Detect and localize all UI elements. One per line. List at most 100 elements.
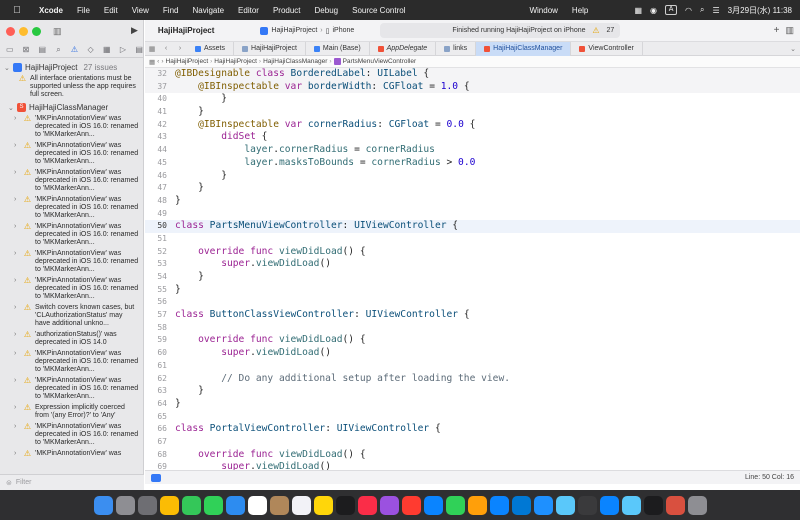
issue-item[interactable]: › ⚠ 'MKPinAnnotationView' was deprecated i…	[0, 168, 143, 195]
chevron-right-icon[interactable]: ›	[14, 115, 20, 123]
wifi-icon[interactable]: ◠	[685, 6, 692, 15]
dock-instruments-icon[interactable]	[555, 495, 575, 515]
menu-file[interactable]: File	[70, 6, 97, 15]
tab-links[interactable]: links	[436, 41, 477, 56]
dock-terminal-icon[interactable]	[643, 495, 663, 515]
issue-item[interactable]: › ⚠ 'MKPinAnnotationView' was deprecated i…	[0, 276, 143, 303]
chevron-right-icon[interactable]: ›	[14, 423, 20, 431]
tab-hajihajiclassmanager[interactable]: HajiHajiClassManager	[476, 41, 572, 56]
dock-tv-icon[interactable]	[335, 495, 355, 515]
dock-mail-icon[interactable]	[225, 495, 245, 515]
scheme-selector[interactable]: HajiHajiProject › ▯ iPhone	[260, 26, 354, 35]
dock-reminders-icon[interactable]	[291, 495, 311, 515]
control-center-icon[interactable]: ☰	[713, 6, 720, 15]
dock-dictionary-icon[interactable]	[665, 495, 685, 515]
dock-vs-code-icon[interactable]	[511, 495, 531, 515]
issue-item[interactable]: › ⚠ 'MKPinAnnotationView' was deprecated i…	[0, 422, 143, 449]
issue-item[interactable]: › ⚠ 'MKPinAnnotationView' was deprecated i…	[0, 222, 143, 249]
find-icon[interactable]: ⌕	[55, 45, 62, 55]
test-icon[interactable]: ◇	[87, 45, 94, 54]
back-icon[interactable]: ‹	[157, 58, 159, 65]
inspector-toggle-icon[interactable]: ▥	[785, 25, 794, 36]
jump-project[interactable]: HajiHajiProject	[166, 58, 209, 65]
jump-file[interactable]: HajiHajiClassManager	[263, 58, 327, 65]
chevron-right-icon[interactable]: ›	[14, 404, 20, 412]
issue-item[interactable]: › ⚠ 'MKPinAnnotationView' was	[0, 449, 143, 458]
back-icon[interactable]: ‹	[159, 45, 173, 52]
issue-item[interactable]: ⚠ All interface orientations must be sup…	[0, 74, 143, 101]
issue-item[interactable]: › ⚠ 'MKPinAnnotationView' was deprecated i…	[0, 141, 143, 168]
chevron-right-icon[interactable]: ›	[14, 450, 20, 458]
dock-preview-icon[interactable]	[621, 495, 641, 515]
tab-hajihajiproject[interactable]: HajiHajiProject	[234, 41, 306, 56]
related-items-icon[interactable]: ▦	[149, 58, 155, 66]
tab-appdelegate[interactable]: AppDelegate	[370, 41, 437, 56]
forward-icon[interactable]: ›	[173, 45, 187, 52]
forward-icon[interactable]: ›	[161, 58, 163, 65]
close-window-button[interactable]	[6, 26, 15, 36]
dock-chrome-icon[interactable]	[159, 495, 179, 515]
file-issue-header[interactable]: ⌄ S HajiHajiClassManager	[0, 101, 143, 114]
menu-product[interactable]: Product	[266, 6, 308, 15]
sidebar-toggle-icon[interactable]: ▥	[53, 26, 62, 37]
chevron-right-icon[interactable]: ›	[14, 350, 20, 358]
debug-area-toggle-icon[interactable]	[151, 473, 161, 482]
chevron-down-icon[interactable]: ⌄	[8, 104, 14, 112]
dock-calendar-icon[interactable]	[247, 495, 267, 515]
menu-help[interactable]: Help	[565, 6, 595, 15]
dock-music-icon[interactable]	[357, 495, 377, 515]
add-icon[interactable]: +	[774, 25, 780, 36]
chevron-right-icon[interactable]: ›	[14, 169, 20, 177]
menu-navigate[interactable]: Navigate	[185, 6, 231, 15]
issue-icon[interactable]: ⚠	[71, 45, 78, 54]
menu-window[interactable]: Window	[522, 6, 564, 15]
dock-app-store-icon[interactable]	[489, 495, 509, 515]
issue-item[interactable]: › ⚠'authorizationStatus()' was deprecated…	[0, 330, 143, 349]
issue-item[interactable]: › ⚠ 'MKPinAnnotationView' was deprecated i…	[0, 349, 143, 376]
menu-edit[interactable]: Edit	[97, 6, 125, 15]
issue-item[interactable]: › ⚠ Expression implicitly coerced from '(a…	[0, 403, 143, 422]
code-editor[interactable]: 32 @IBDesignable class BorderedLabel: UIL…	[145, 68, 800, 490]
chevron-right-icon[interactable]: ›	[14, 304, 20, 312]
clock[interactable]: 3月29日(水) 11:38	[728, 5, 792, 16]
run-icon[interactable]: ▶	[131, 25, 138, 36]
layout-icon[interactable]: ▦	[145, 45, 159, 53]
issue-item[interactable]: › ⚠ 'MKPinAnnotationView' was deprecated i…	[0, 249, 143, 276]
source-control-icon[interactable]: ⊠	[23, 45, 30, 54]
menu-source-control[interactable]: Source Control	[345, 6, 412, 15]
dock-finder-icon[interactable]	[93, 495, 113, 515]
menu-app-xcode[interactable]: Xcode	[32, 6, 70, 15]
dock-keynote-icon[interactable]	[423, 495, 443, 515]
chevron-right-icon[interactable]: ›	[14, 250, 20, 258]
dock-podcasts-icon[interactable]	[379, 495, 399, 515]
chevron-right-icon[interactable]: ›	[14, 331, 20, 339]
activity-status[interactable]: Finished running HajiHajiProject on iPho…	[380, 23, 621, 38]
symbol-icon[interactable]: ▤	[38, 45, 46, 54]
issue-item[interactable]: › ⚠ Switch covers known cases, but 'CLAuth…	[0, 303, 143, 330]
dock-trash-icon[interactable]	[687, 495, 707, 515]
tab-main-base[interactable]: Main (Base)	[306, 41, 370, 56]
chevron-right-icon[interactable]: ›	[14, 223, 20, 231]
chevron-right-icon[interactable]: ›	[14, 277, 20, 285]
tab-viewcontroller[interactable]: ViewController	[571, 41, 643, 56]
dock-numbers-icon[interactable]	[445, 495, 465, 515]
chevron-down-icon[interactable]: ⌄	[4, 64, 10, 72]
project-issue-header[interactable]: ⌄ HajiHajiProject 27 issues	[0, 61, 143, 74]
menu-find[interactable]: Find	[156, 6, 186, 15]
dock-maps-icon[interactable]	[181, 495, 201, 515]
dock-xcode-icon[interactable]	[533, 495, 553, 515]
dock-pages-icon[interactable]	[467, 495, 487, 515]
dock-contacts-icon[interactable]	[269, 495, 289, 515]
jump-symbol[interactable]: PartsMenuViewController	[343, 58, 417, 65]
search-icon[interactable]: ⌕	[700, 5, 704, 15]
dock-simulator-icon[interactable]	[599, 495, 619, 515]
chevron-right-icon[interactable]: ›	[14, 196, 20, 204]
folder-icon[interactable]: ▭	[6, 45, 14, 54]
issue-item[interactable]: › ⚠ 'MKPinAnnotationView' was deprecated i…	[0, 376, 143, 403]
jump-folder[interactable]: HajiHajiProject	[214, 58, 257, 65]
chevron-right-icon[interactable]: ›	[14, 142, 20, 150]
audio-icon[interactable]: ◉	[650, 6, 657, 15]
menu-debug[interactable]: Debug	[308, 6, 346, 15]
filter-input[interactable]: Filter	[16, 479, 32, 486]
dock-settings-icon[interactable]	[137, 495, 157, 515]
